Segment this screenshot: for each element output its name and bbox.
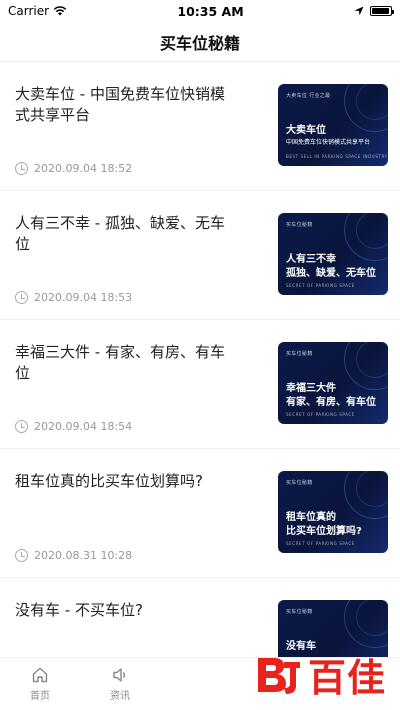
article-date: 2020.08.31 10:28 — [34, 549, 133, 562]
status-left: Carrier — [8, 4, 67, 18]
nav-bar: 买车位秘籍 — [0, 22, 400, 62]
clock-icon — [15, 291, 28, 304]
article-item[interactable]: 幸福三大件 - 有家、有房、有车位 2020.09.04 18:54 买车位秘籍… — [0, 320, 400, 449]
article-title: 幸福三大件 - 有家、有房、有车位 — [15, 343, 225, 382]
article-item[interactable]: 租车位真的比买车位划算吗? 2020.08.31 10:28 买车位秘籍 租车位… — [0, 449, 400, 578]
tab-news-label: 资讯 — [110, 691, 130, 702]
status-time: 10:35 AM — [177, 3, 244, 19]
battery-icon — [370, 6, 394, 16]
article-text: 人有三不幸 - 孤独、缺爱、无车位 2020.09.04 18:53 — [15, 213, 237, 308]
article-text: 大卖车位 - 中国免费车位快销模式共享平台 2020.09.04 18:52 — [15, 84, 237, 179]
location-arrow-icon — [354, 6, 364, 16]
article-item[interactable]: 没有车 - 不买车位? 买车位秘籍 没有车 — [0, 578, 400, 657]
watermark: 百佳 — [254, 647, 386, 702]
article-thumbnail[interactable]: 大卖车位 行业之最 大卖车位 中国免费车位快销模式共享平台 BEST SELL … — [278, 84, 388, 166]
page-title: 买车位秘籍 — [159, 33, 240, 53]
thumbnail-footer: BEST SELL IN PARKING SPACE INDUSTRY — [286, 154, 388, 159]
article-date: 2020.09.04 18:52 — [34, 162, 133, 175]
article-title: 大卖车位 - 中国免费车位快销模式共享平台 — [15, 85, 225, 124]
thumbnail-tag: 买车位秘籍 — [286, 480, 313, 486]
thumbnail-footer: SECRET OF PARKING SPACE — [286, 412, 355, 417]
article-thumbnail[interactable]: 买车位秘籍 人有三不幸 孤独、缺爱、无车位 SECRET OF PARKING … — [278, 213, 388, 295]
wifi-icon — [53, 6, 67, 16]
thumbnail-headline: 租车位真的 比买车位划算吗? — [286, 497, 362, 539]
thumbnail-headline-text: 人有三不幸 孤独、缺爱、无车位 — [286, 254, 376, 279]
article-text: 幸福三大件 - 有家、有房、有车位 2020.09.04 18:54 — [15, 342, 237, 437]
watermark-logo — [257, 657, 300, 694]
article-text: 租车位真的比买车位划算吗? 2020.08.31 10:28 — [15, 471, 237, 566]
thumbnail-tag: 买车位秘籍 — [286, 222, 313, 228]
article-meta: 2020.09.04 18:54 — [15, 420, 237, 433]
thumbnail-tag: 买车位秘籍 — [286, 351, 313, 357]
article-thumbnail[interactable]: 买车位秘籍 租车位真的 比买车位划算吗? SECRET OF PARKING S… — [278, 471, 388, 553]
carrier-label: Carrier — [8, 4, 50, 18]
article-date: 2020.09.04 18:54 — [34, 420, 133, 433]
article-title: 没有车 - 不买车位? — [15, 601, 143, 619]
article-date: 2020.09.04 18:53 — [34, 291, 133, 304]
article-meta: 2020.09.04 18:53 — [15, 291, 237, 304]
clock-icon — [15, 420, 28, 433]
thumbnail-tag: 大卖车位 行业之最 — [286, 93, 331, 99]
article-title: 人有三不幸 - 孤独、缺爱、无车位 — [15, 214, 225, 253]
thumbnail-subline: 中国免费车位快销模式共享平台 — [286, 139, 371, 146]
clock-icon — [15, 162, 28, 175]
thumbnail-headline-text: 租车位真的 比买车位划算吗? — [286, 512, 362, 537]
status-bar: Carrier 10:35 AM — [0, 0, 400, 22]
article-item[interactable]: 大卖车位 - 中国免费车位快销模式共享平台 2020.09.04 18:52 大… — [0, 62, 400, 191]
thumbnail-tag: 买车位秘籍 — [286, 609, 313, 615]
article-thumbnail[interactable]: 买车位秘籍 幸福三大件 有家、有房、有车位 SECRET OF PARKING … — [278, 342, 388, 424]
watermark-text: 百佳 — [307, 656, 386, 700]
thumbnail-headline: 人有三不幸 孤独、缺爱、无车位 — [286, 239, 376, 281]
article-meta: 2020.09.04 18:52 — [15, 162, 237, 175]
thumbnail-headline-text: 大卖车位 — [286, 125, 326, 136]
clock-icon — [15, 549, 28, 562]
article-text: 没有车 - 不买车位? — [15, 600, 237, 657]
home-icon — [32, 667, 48, 683]
tab-home-label: 首页 — [30, 691, 50, 702]
thumbnail-headline: 幸福三大件 有家、有房、有车位 — [286, 368, 376, 410]
thumbnail-footer: SECRET OF PARKING SPACE — [286, 283, 355, 288]
tab-home[interactable]: 首页 — [0, 658, 80, 710]
article-meta: 2020.08.31 10:28 — [15, 549, 237, 562]
article-item[interactable]: 人有三不幸 - 孤独、缺爱、无车位 2020.09.04 18:53 买车位秘籍… — [0, 191, 400, 320]
article-list[interactable]: 大卖车位 - 中国免费车位快销模式共享平台 2020.09.04 18:52 大… — [0, 62, 400, 657]
tab-news[interactable]: 资讯 — [80, 658, 160, 710]
speaker-icon — [113, 668, 126, 682]
thumbnail-footer: SECRET OF PARKING SPACE — [286, 541, 355, 546]
article-title: 租车位真的比买车位划算吗? — [15, 472, 203, 490]
status-right — [354, 6, 394, 16]
thumbnail-headline-text: 幸福三大件 有家、有房、有车位 — [286, 383, 376, 408]
